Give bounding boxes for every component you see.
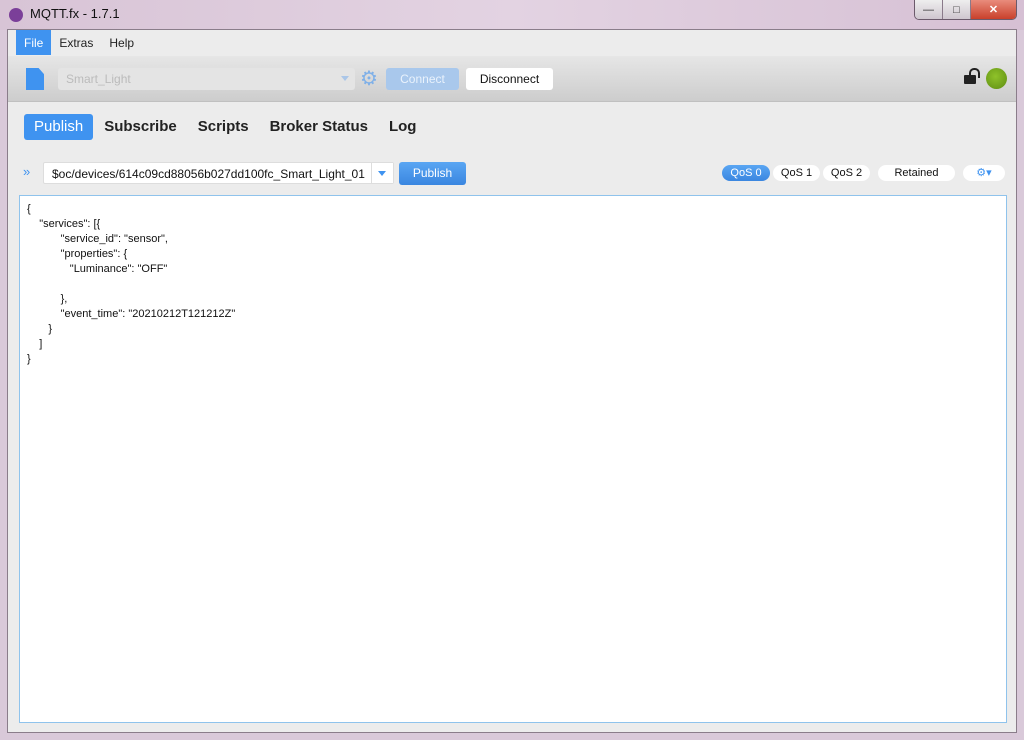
window-controls: — □ ✕: [914, 0, 1017, 20]
topic-input[interactable]: $oc/devices/614c09cd88056b027dd100fc_Sma…: [43, 162, 394, 184]
topic-dropdown-button[interactable]: [371, 163, 393, 183]
options-gear-icon[interactable]: ⚙▾: [963, 165, 1005, 181]
publish-button[interactable]: Publish: [399, 162, 466, 185]
menu-extras[interactable]: Extras: [51, 30, 101, 55]
window-title: MQTT.fx - 1.7.1: [30, 6, 120, 21]
payload-editor[interactable]: { "services": [{ "service_id": "sensor",…: [19, 195, 1007, 723]
tab-publish[interactable]: Publish: [24, 114, 94, 140]
expand-icon[interactable]: »: [23, 164, 30, 179]
payload-line: "service_id": "sensor",: [27, 233, 168, 245]
title-bar: MQTT.fx - 1.7.1 — □ ✕: [0, 0, 1024, 30]
tab-subscribe[interactable]: Subscribe: [94, 114, 187, 140]
payload-line: "event_time": "20210212T121212Z": [27, 308, 236, 320]
unlock-icon: [964, 68, 980, 84]
payload-line: },: [27, 293, 68, 305]
gear-icon[interactable]: ⚙: [360, 68, 378, 90]
chevron-down-icon: [341, 76, 349, 81]
tab-broker-status[interactable]: Broker Status: [260, 114, 378, 140]
menu-bar: File Extras Help: [8, 30, 1016, 55]
payload-line: "services": [{: [27, 218, 101, 230]
main-tabs: Publish Subscribe Scripts Broker Status …: [24, 114, 427, 140]
app-window: File Extras Help Smart_Light ⚙ Connect D…: [7, 29, 1017, 733]
profile-value: Smart_Light: [66, 72, 131, 86]
payload-line: "Luminance": "OFF": [27, 263, 168, 275]
tab-scripts[interactable]: Scripts: [188, 114, 259, 140]
tab-log[interactable]: Log: [379, 114, 427, 140]
app-icon: [9, 8, 23, 22]
payload-line: [27, 277, 999, 292]
retained-toggle[interactable]: Retained: [878, 165, 955, 181]
connection-toolbar: Smart_Light ⚙ Connect Disconnect: [8, 56, 1016, 102]
minimize-button[interactable]: —: [915, 0, 943, 19]
edit-profile-icon[interactable]: [26, 68, 44, 90]
profile-select[interactable]: Smart_Light: [58, 68, 355, 90]
qos1-toggle[interactable]: QoS 1: [773, 165, 820, 181]
disconnect-button[interactable]: Disconnect: [466, 68, 553, 90]
connection-status-indicator: [986, 68, 1007, 89]
connect-button[interactable]: Connect: [386, 68, 459, 90]
maximize-button[interactable]: □: [943, 0, 971, 19]
payload-line: ]: [27, 338, 43, 350]
menu-help[interactable]: Help: [101, 30, 142, 55]
qos2-toggle[interactable]: QoS 2: [823, 165, 870, 181]
payload-line: {: [27, 203, 31, 215]
payload-line: "properties": {: [27, 248, 128, 260]
menu-file[interactable]: File: [16, 30, 52, 55]
payload-line: }: [27, 353, 31, 365]
close-button[interactable]: ✕: [971, 0, 1016, 19]
qos0-toggle[interactable]: QoS 0: [722, 165, 770, 181]
payload-line: }: [27, 323, 53, 335]
